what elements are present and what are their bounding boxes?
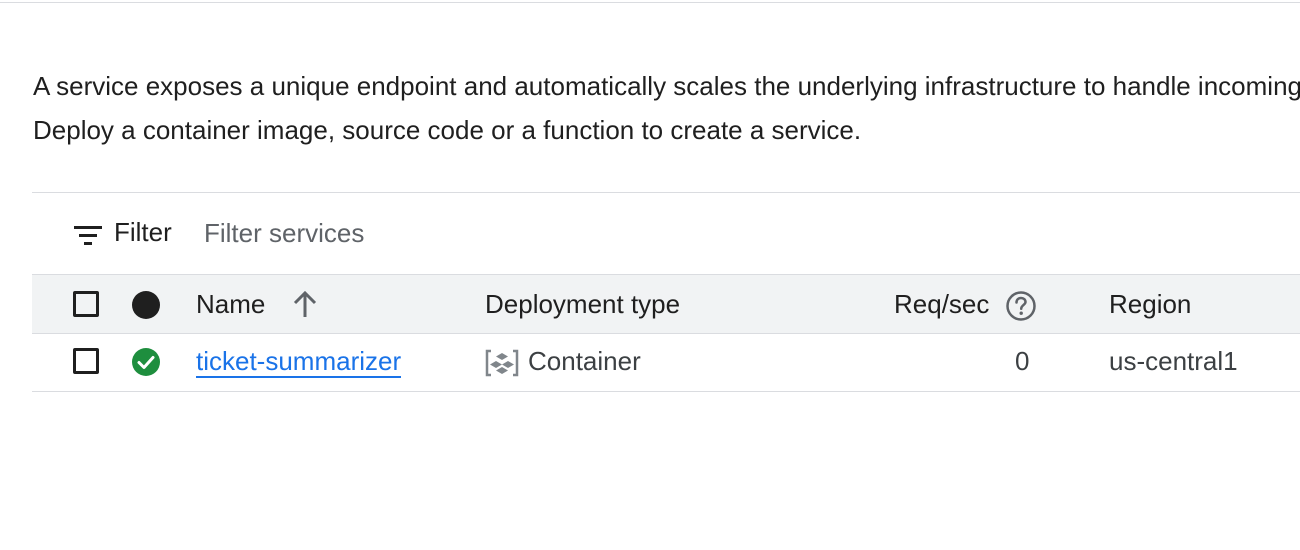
status-column-icon [132,291,160,319]
service-name-link[interactable]: ticket-summarizer [196,346,402,378]
services-table: Filter Name Deployment type Req/sec Regi… [32,192,1300,392]
column-header-region[interactable]: Region [1109,289,1191,320]
row-checkbox[interactable] [73,348,99,374]
description-line-2: Deploy a container image, source code or… [33,115,862,145]
column-header-req-sec[interactable]: Req/sec [894,289,989,320]
filter-services-input[interactable] [204,213,704,253]
filter-bar: Filter [32,193,1300,274]
arrow-up-icon[interactable] [292,291,318,319]
column-header-deployment-type[interactable]: Deployment type [485,289,680,320]
filter-label[interactable]: Filter [114,217,172,248]
description-line-1: A service exposes a unique endpoint and … [33,71,1300,101]
help-icon[interactable] [1005,290,1037,322]
top-divider [0,2,1300,3]
req-sec-value: 0 [1015,346,1030,376]
container-icon [485,349,519,377]
select-all-checkbox[interactable] [73,291,99,317]
deployment-type-value: Container [528,346,641,376]
column-header-name[interactable]: Name [196,289,265,320]
table-row: ticket-summarizer Container 0 us-central… [32,334,1300,392]
table-header-row: Name Deployment type Req/sec Region [32,274,1300,334]
check-circle-icon [132,348,160,376]
region-value: us-central1 [1109,346,1238,376]
service-description: A service exposes a unique endpoint and … [33,64,1300,152]
filter-icon[interactable] [74,224,102,246]
